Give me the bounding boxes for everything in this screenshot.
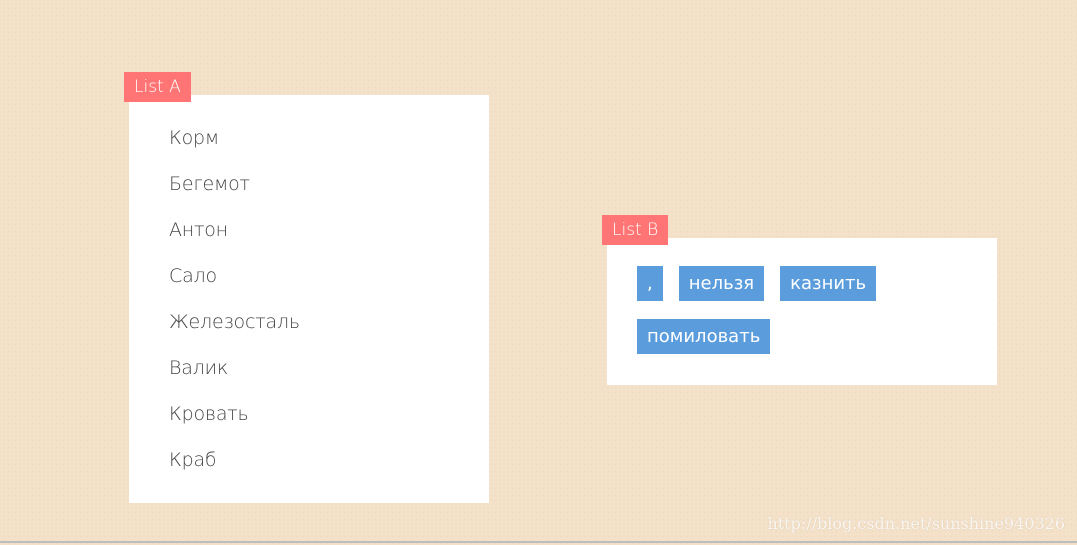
chip[interactable]: помиловать	[637, 319, 771, 354]
list-item[interactable]: Антон	[169, 213, 300, 259]
watermark: http://blog.csdn.net/sunshine940326	[767, 514, 1065, 533]
list-b-items: , нельзя казнить помиловать	[637, 266, 977, 372]
chip[interactable]: нельзя	[678, 266, 765, 301]
bottom-divider	[0, 541, 1077, 543]
chip[interactable]: казнить	[780, 266, 877, 301]
list-item[interactable]: Сало	[169, 259, 300, 305]
list-a-panel: Корм Бегемот Антон Сало Железосталь Вали…	[129, 95, 489, 503]
list-b-panel: , нельзя казнить помиловать	[607, 238, 997, 385]
list-a-label: List A	[124, 72, 191, 102]
list-item[interactable]: Краб	[169, 443, 300, 489]
list-item[interactable]: Железосталь	[169, 305, 300, 351]
list-item[interactable]: Кровать	[169, 397, 300, 443]
chip[interactable]: ,	[637, 266, 663, 301]
list-item[interactable]: Корм	[169, 121, 300, 167]
list-item[interactable]: Валик	[169, 351, 300, 397]
list-b-label: List B	[602, 215, 669, 245]
list-item[interactable]: Бегемот	[169, 167, 300, 213]
list-a-items: Корм Бегемот Антон Сало Железосталь Вали…	[169, 121, 300, 489]
